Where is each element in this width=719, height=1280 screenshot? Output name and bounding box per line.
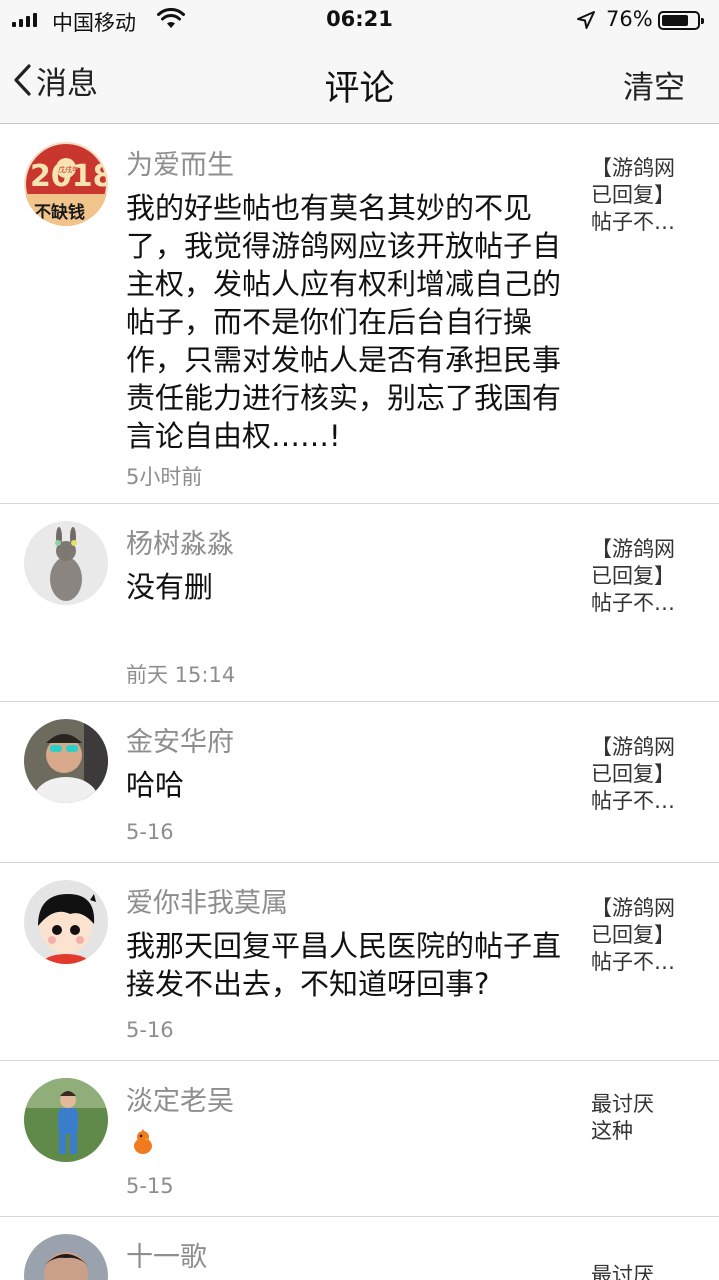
comment-row[interactable]: 金安华府 哈哈 5-16 【游鸽网 已回复】 帖子不…: [0, 702, 719, 863]
page-title: 评论: [324, 69, 395, 109]
comment-row[interactable]: 2018 戊戌年 不缺钱 为爱而生 我的好些帖也有莫名其妙的不见了，我觉得游鸽网…: [0, 125, 719, 504]
location-arrow-icon: [577, 11, 595, 29]
comment-text: 没有删: [126, 570, 214, 604]
reply-reference[interactable]: 【游鸽网 已回复】 帖子不…: [591, 895, 699, 976]
reply-reference-line: 已回复】: [591, 564, 675, 588]
user-name[interactable]: 爱你非我莫属: [126, 881, 288, 920]
reply-reference-line: 帖子不…: [591, 591, 675, 615]
reply-reference[interactable]: 最讨厌 这种: [591, 1091, 699, 1145]
comment-time: 5小时前: [126, 465, 203, 489]
reply-reference-line: 最讨厌: [591, 1263, 654, 1280]
comment-list: 2018 戊戌年 不缺钱 为爱而生 我的好些帖也有莫名其妙的不见了，我觉得游鸽网…: [0, 125, 719, 1280]
status-bar: 中国移动 06:21 76%: [0, 0, 719, 40]
avatar[interactable]: 2018 戊戌年 不缺钱: [24, 142, 108, 226]
reply-reference[interactable]: 【游鸽网 已回复】 帖子不…: [591, 155, 699, 236]
battery-percent: 76%: [606, 7, 653, 31]
reply-reference-line: 【游鸽网: [591, 156, 675, 180]
reply-reference-line: 【游鸽网: [591, 896, 675, 920]
comment-row[interactable]: 爱你非我莫属 我那天回复平昌人民医院的帖子直接发不出去，不知道呀回事? 5-16…: [0, 863, 719, 1061]
reply-reference-line: 已回复】: [591, 762, 675, 786]
reply-reference-line: 【游鸽网: [591, 537, 675, 561]
user-name[interactable]: 淡定老吴: [126, 1079, 234, 1118]
reply-reference-line: 已回复】: [591, 183, 675, 207]
reply-reference-line: 帖子不…: [591, 789, 675, 813]
comment-time: 5-15: [126, 1174, 174, 1198]
battery-fill: [662, 15, 688, 26]
comment-text: 我的好些帖也有莫名其妙的不见了，我觉得游鸽网应该开放帖子自主权，发帖人应有权利增…: [126, 191, 562, 453]
comment-time: 5-16: [126, 820, 174, 844]
avatar[interactable]: [24, 1234, 108, 1280]
reply-reference-line: 【游鸽网: [591, 735, 675, 759]
reply-reference[interactable]: 【游鸽网 已回复】 帖子不…: [591, 734, 699, 815]
reply-reference[interactable]: 最讨厌: [591, 1262, 699, 1280]
user-name[interactable]: 十一歌: [126, 1235, 207, 1274]
avatar[interactable]: [24, 719, 108, 803]
reply-reference-line: 这种: [591, 1119, 633, 1143]
avatar[interactable]: [24, 880, 108, 964]
user-name[interactable]: 为爱而生: [126, 143, 234, 182]
reply-reference-line: 已回复】: [591, 923, 675, 947]
user-name[interactable]: 金安华府: [126, 720, 234, 759]
comment-row[interactable]: 十一歌 最讨厌: [0, 1217, 719, 1280]
avatar[interactable]: [24, 1078, 108, 1162]
comment-text: 我那天回复平昌人民医院的帖子直接发不出去，不知道呀回事?: [126, 929, 562, 1001]
comment-time: 前天 15:14: [126, 663, 236, 687]
user-name[interactable]: 杨树淼淼: [126, 522, 234, 561]
avatar-caption-text: 不缺钱: [34, 202, 85, 223]
reply-reference[interactable]: 【游鸽网 已回复】 帖子不…: [591, 536, 699, 617]
nav-bar: 消息 评论 清空: [0, 40, 719, 124]
reply-reference-line: 帖子不…: [591, 950, 675, 974]
avatar-stamp-text: 戊戌年: [58, 165, 79, 174]
battery-icon: [658, 11, 704, 30]
comment-time: 5-16: [126, 1018, 174, 1042]
comment-row[interactable]: 淡定老吴 5-15 最讨厌 这种: [0, 1061, 719, 1217]
comment-row[interactable]: 杨树淼淼 没有删 前天 15:14 【游鸽网 已回复】 帖子不…: [0, 504, 719, 702]
reply-reference-line: 帖子不…: [591, 210, 675, 234]
orange-chick-emoji-icon: [134, 1129, 152, 1154]
comment-text: 哈哈: [126, 768, 185, 802]
avatar[interactable]: [24, 521, 108, 605]
reply-reference-line: 最讨厌: [591, 1092, 654, 1116]
clear-button[interactable]: 清空: [623, 62, 685, 107]
